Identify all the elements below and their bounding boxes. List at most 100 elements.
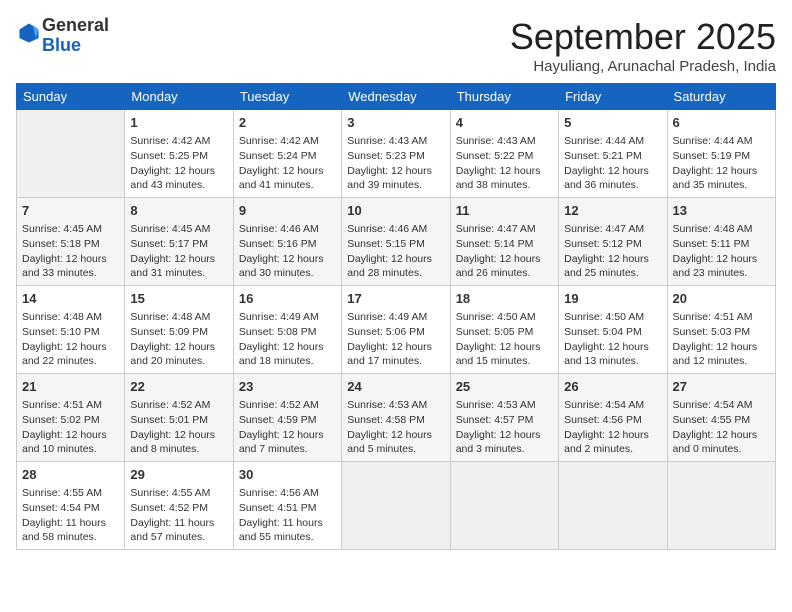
day-details: Sunrise: 4:44 AM Sunset: 5:19 PM Dayligh…: [673, 134, 770, 193]
day-header-saturday: Saturday: [667, 84, 775, 110]
calendar-cell: 8 Sunrise: 4:45 AM Sunset: 5:17 PM Daylig…: [125, 198, 233, 286]
location: Hayuliang, Arunachal Pradesh, India: [510, 58, 776, 75]
day-number: 13: [673, 202, 770, 220]
day-details: Sunrise: 4:52 AM Sunset: 5:01 PM Dayligh…: [130, 398, 227, 457]
day-details: Sunrise: 4:48 AM Sunset: 5:11 PM Dayligh…: [673, 222, 770, 281]
day-number: 3: [347, 114, 444, 132]
day-header-monday: Monday: [125, 84, 233, 110]
calendar-cell: 19 Sunrise: 4:50 AM Sunset: 5:04 PM Dayli…: [559, 286, 667, 374]
calendar-cell: 28 Sunrise: 4:55 AM Sunset: 4:54 PM Dayli…: [17, 462, 125, 550]
calendar-cell: 18Sunrise: 4:50 AM Sunset: 5:05 PM Dayli…: [450, 286, 558, 374]
day-details: Sunrise: 4:45 AM Sunset: 5:17 PM Dayligh…: [130, 222, 227, 281]
day-details: Sunrise: 4:48 AM Sunset: 5:10 PM Dayligh…: [22, 310, 119, 369]
day-details: Sunrise: 4:53 AM Sunset: 4:57 PM Dayligh…: [456, 398, 553, 457]
day-number: 14: [22, 290, 119, 308]
day-number: 27: [673, 378, 770, 396]
calendar-table: SundayMondayTuesdayWednesdayThursdayFrid…: [16, 83, 776, 550]
calendar-cell: 10Sunrise: 4:46 AM Sunset: 5:15 PM Dayli…: [342, 198, 450, 286]
day-number: 21: [22, 378, 119, 396]
day-number: 2: [239, 114, 336, 132]
calendar-cell: 15 Sunrise: 4:48 AM Sunset: 5:09 PM Dayli…: [125, 286, 233, 374]
logo-general-text: General: [42, 15, 109, 35]
day-number: 7: [22, 202, 119, 220]
day-number: 23: [239, 378, 336, 396]
day-details: Sunrise: 4:50 AM Sunset: 5:04 PM Dayligh…: [564, 310, 661, 369]
day-number: 12: [564, 202, 661, 220]
day-details: Sunrise: 4:42 AM Sunset: 5:25 PM Dayligh…: [130, 134, 227, 193]
calendar-cell: 29Sunrise: 4:55 AM Sunset: 4:52 PM Dayli…: [125, 462, 233, 550]
calendar-cell: 22 Sunrise: 4:52 AM Sunset: 5:01 PM Dayli…: [125, 374, 233, 462]
day-number: 18: [456, 290, 553, 308]
day-number: 1: [130, 114, 227, 132]
calendar-cell: 17 Sunrise: 4:49 AM Sunset: 5:06 PM Dayli…: [342, 286, 450, 374]
logo: General Blue: [16, 16, 109, 56]
day-number: 20: [673, 290, 770, 308]
day-details: Sunrise: 4:54 AM Sunset: 4:56 PM Dayligh…: [564, 398, 661, 457]
calendar-cell: 2 Sunrise: 4:42 AM Sunset: 5:24 PM Daylig…: [233, 110, 341, 198]
day-details: Sunrise: 4:54 AM Sunset: 4:55 PM Dayligh…: [673, 398, 770, 457]
calendar-cell: 6 Sunrise: 4:44 AM Sunset: 5:19 PM Daylig…: [667, 110, 775, 198]
day-details: Sunrise: 4:49 AM Sunset: 5:06 PM Dayligh…: [347, 310, 444, 369]
day-details: Sunrise: 4:42 AM Sunset: 5:24 PM Dayligh…: [239, 134, 336, 193]
day-details: Sunrise: 4:47 AM Sunset: 5:12 PM Dayligh…: [564, 222, 661, 281]
day-details: Sunrise: 4:51 AM Sunset: 5:02 PM Dayligh…: [22, 398, 119, 457]
logo-icon: [18, 22, 40, 44]
day-details: Sunrise: 4:46 AM Sunset: 5:15 PM Dayligh…: [347, 222, 444, 281]
calendar-cell: 30Sunrise: 4:56 AM Sunset: 4:51 PM Dayli…: [233, 462, 341, 550]
day-number: 9: [239, 202, 336, 220]
week-row-1: 1 Sunrise: 4:42 AM Sunset: 5:25 PM Daylig…: [17, 110, 776, 198]
logo-blue-text: Blue: [42, 35, 81, 55]
calendar-cell: 16 Sunrise: 4:49 AM Sunset: 5:08 PM Dayli…: [233, 286, 341, 374]
day-header-thursday: Thursday: [450, 84, 558, 110]
calendar-cell: 5Sunrise: 4:44 AM Sunset: 5:21 PM Daylig…: [559, 110, 667, 198]
week-row-4: 21 Sunrise: 4:51 AM Sunset: 5:02 PM Dayli…: [17, 374, 776, 462]
day-details: Sunrise: 4:55 AM Sunset: 4:52 PM Dayligh…: [130, 486, 227, 545]
calendar-cell: [667, 462, 775, 550]
day-number: 26: [564, 378, 661, 396]
day-number: 5: [564, 114, 661, 132]
day-details: Sunrise: 4:51 AM Sunset: 5:03 PM Dayligh…: [673, 310, 770, 369]
calendar-cell: [559, 462, 667, 550]
day-header-friday: Friday: [559, 84, 667, 110]
day-number: 19: [564, 290, 661, 308]
week-row-5: 28 Sunrise: 4:55 AM Sunset: 4:54 PM Dayli…: [17, 462, 776, 550]
week-row-3: 14 Sunrise: 4:48 AM Sunset: 5:10 PM Dayli…: [17, 286, 776, 374]
day-header-tuesday: Tuesday: [233, 84, 341, 110]
calendar-cell: 23 Sunrise: 4:52 AM Sunset: 4:59 PM Dayli…: [233, 374, 341, 462]
day-details: Sunrise: 4:55 AM Sunset: 4:54 PM Dayligh…: [22, 486, 119, 545]
day-number: 28: [22, 466, 119, 484]
day-details: Sunrise: 4:53 AM Sunset: 4:58 PM Dayligh…: [347, 398, 444, 457]
day-details: Sunrise: 4:43 AM Sunset: 5:23 PM Dayligh…: [347, 134, 444, 193]
day-number: 4: [456, 114, 553, 132]
calendar-cell: 7 Sunrise: 4:45 AM Sunset: 5:18 PM Daylig…: [17, 198, 125, 286]
day-details: Sunrise: 4:49 AM Sunset: 5:08 PM Dayligh…: [239, 310, 336, 369]
calendar-cell: 25Sunrise: 4:53 AM Sunset: 4:57 PM Dayli…: [450, 374, 558, 462]
day-details: Sunrise: 4:43 AM Sunset: 5:22 PM Dayligh…: [456, 134, 553, 193]
day-number: 30: [239, 466, 336, 484]
calendar-cell: 27 Sunrise: 4:54 AM Sunset: 4:55 PM Dayli…: [667, 374, 775, 462]
calendar-body: 1 Sunrise: 4:42 AM Sunset: 5:25 PM Daylig…: [17, 110, 776, 550]
day-number: 22: [130, 378, 227, 396]
day-details: Sunrise: 4:52 AM Sunset: 4:59 PM Dayligh…: [239, 398, 336, 457]
day-details: Sunrise: 4:48 AM Sunset: 5:09 PM Dayligh…: [130, 310, 227, 369]
month-title: September 2025: [510, 16, 776, 58]
day-details: Sunrise: 4:46 AM Sunset: 5:16 PM Dayligh…: [239, 222, 336, 281]
calendar-cell: 11Sunrise: 4:47 AM Sunset: 5:14 PM Dayli…: [450, 198, 558, 286]
page-header: General Blue September 2025 Hayuliang, A…: [16, 16, 776, 75]
calendar-cell: 14 Sunrise: 4:48 AM Sunset: 5:10 PM Dayli…: [17, 286, 125, 374]
calendar-cell: 21 Sunrise: 4:51 AM Sunset: 5:02 PM Dayli…: [17, 374, 125, 462]
calendar-cell: [17, 110, 125, 198]
day-number: 6: [673, 114, 770, 132]
day-number: 15: [130, 290, 227, 308]
day-number: 16: [239, 290, 336, 308]
calendar-cell: 4 Sunrise: 4:43 AM Sunset: 5:22 PM Daylig…: [450, 110, 558, 198]
calendar-cell: 1 Sunrise: 4:42 AM Sunset: 5:25 PM Daylig…: [125, 110, 233, 198]
calendar-cell: 20 Sunrise: 4:51 AM Sunset: 5:03 PM Dayli…: [667, 286, 775, 374]
calendar-cell: 9 Sunrise: 4:46 AM Sunset: 5:16 PM Daylig…: [233, 198, 341, 286]
day-details: Sunrise: 4:45 AM Sunset: 5:18 PM Dayligh…: [22, 222, 119, 281]
calendar-cell: [450, 462, 558, 550]
calendar-header-row: SundayMondayTuesdayWednesdayThursdayFrid…: [17, 84, 776, 110]
day-number: 8: [130, 202, 227, 220]
day-number: 17: [347, 290, 444, 308]
day-header-wednesday: Wednesday: [342, 84, 450, 110]
